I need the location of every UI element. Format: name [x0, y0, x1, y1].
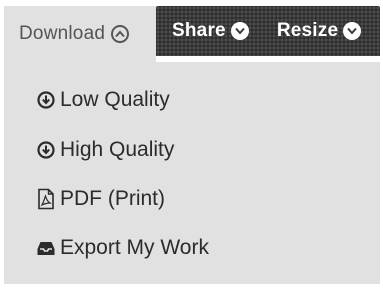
menu-item-label: High Quality [60, 138, 175, 161]
chevron-up-circle-icon [111, 25, 130, 43]
chevron-down-circle-icon [230, 22, 249, 40]
tab-download-label: Download [19, 23, 106, 44]
inbox-tray-icon [36, 237, 56, 259]
tab-resize[interactable]: Resize [276, 20, 362, 42]
tab-bar: Download Share Resize [4, 6, 380, 62]
pdf-file-icon [36, 188, 56, 210]
menu-item-export-my-work[interactable]: Export My Work [36, 233, 209, 263]
download-menu-widget: Download Share Resize Low Quality High Q… [0, 0, 383, 292]
menu-item-label: PDF (Print) [60, 187, 165, 210]
tab-resize-label: Resize [276, 20, 339, 41]
download-dropdown-panel: Low Quality High Quality PDF (Print) Exp… [4, 62, 380, 284]
tab-download[interactable]: Download [4, 6, 156, 62]
menu-item-low-quality[interactable]: Low Quality [36, 85, 170, 115]
tab-share[interactable]: Share [172, 20, 249, 42]
share-resize-bar: Share Resize [156, 6, 380, 56]
download-circle-icon [36, 139, 56, 161]
menu-item-label: Low Quality [60, 88, 170, 111]
menu-item-pdf-print[interactable]: PDF (Print) [36, 184, 165, 214]
menu-item-label: Export My Work [60, 236, 209, 259]
download-circle-icon [36, 89, 56, 111]
menu-item-high-quality[interactable]: High Quality [36, 135, 174, 165]
chevron-down-circle-icon [343, 22, 362, 40]
tab-share-label: Share [172, 20, 226, 41]
